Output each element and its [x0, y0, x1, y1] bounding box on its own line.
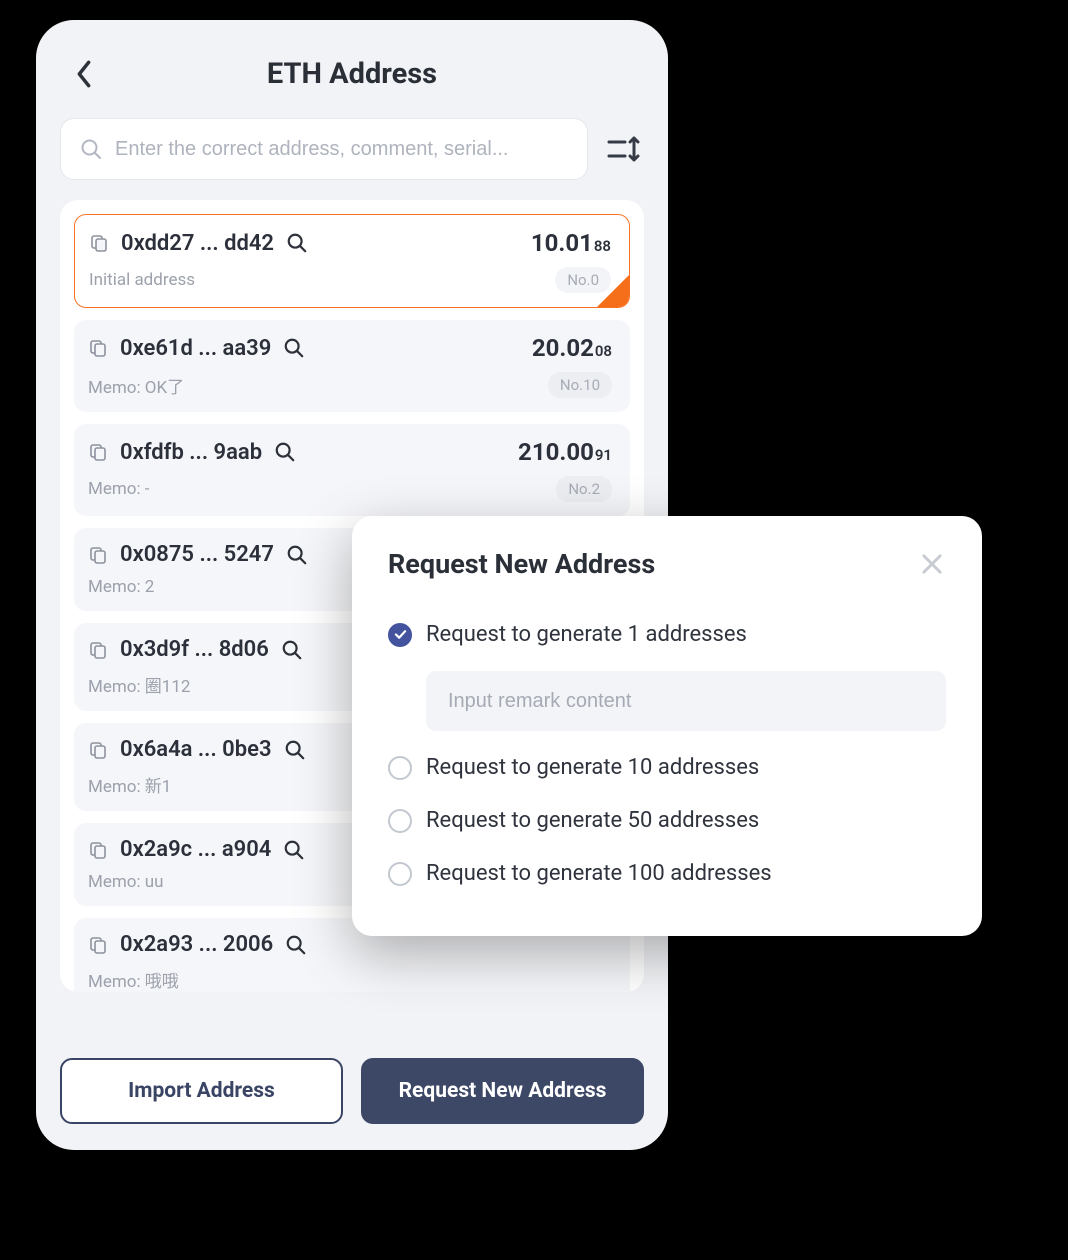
request-new-address-button[interactable]: Request New Address [361, 1058, 644, 1124]
magnifier-icon[interactable] [286, 544, 308, 566]
search-box[interactable] [60, 118, 588, 180]
address-item[interactable]: 0xe61d ... aa39 20.0208 Memo: OK了 No.10 [74, 320, 630, 412]
close-icon [918, 550, 946, 578]
copy-icon[interactable] [89, 233, 109, 253]
memo-label: Memo: uu [88, 872, 164, 892]
address-item-top: 0xfdfb ... 9aab 210.0091 [88, 438, 612, 466]
magnifier-icon[interactable] [274, 441, 296, 463]
serial-badge: No.0 [555, 267, 611, 293]
serial-badge: No.10 [548, 372, 612, 398]
balance-sub: 08 [595, 342, 612, 360]
modal-title: Request New Address [388, 548, 655, 580]
memo-label: Memo: 2 [88, 577, 154, 597]
radio-unchecked-icon[interactable] [388, 862, 412, 886]
back-button[interactable] [66, 56, 102, 92]
address-item-top: 0xdd27 ... dd42 10.0188 [89, 229, 611, 257]
address-text: 0x2a93 ... 2006 [120, 932, 273, 957]
address-item-bottom: Memo: OK了 No.10 [88, 372, 612, 398]
balance-sub: 88 [594, 237, 611, 255]
search-row [36, 106, 668, 200]
balance: 10.0188 [531, 229, 611, 257]
address-item-bottom: Memo: - No.2 [88, 476, 612, 502]
magnifier-icon[interactable] [283, 337, 305, 359]
header: ETH Address [36, 42, 668, 106]
address-item-top: 0xe61d ... aa39 20.0208 [88, 334, 612, 362]
address-item[interactable]: 0xdd27 ... dd42 10.0188 Initial address No.… [74, 214, 630, 308]
import-address-button[interactable]: Import Address [60, 1058, 343, 1124]
balance-main: 20.02 [532, 334, 594, 362]
address-text: 0x6a4a ... 0be3 [120, 737, 272, 762]
copy-icon[interactable] [88, 935, 108, 955]
footer: Import Address Request New Address [60, 1058, 644, 1124]
memo-label: Memo: - [88, 479, 150, 499]
address-item[interactable]: 0xfdfb ... 9aab 210.0091 Memo: - No.2 [74, 424, 630, 516]
search-input[interactable] [115, 138, 569, 161]
balance: 210.0091 [518, 438, 612, 466]
magnifier-icon[interactable] [284, 739, 306, 761]
magnifier-icon[interactable] [286, 232, 308, 254]
memo-label: Memo: OK了 [88, 373, 184, 398]
sort-icon [607, 134, 641, 164]
option-label: Request to generate 50 addresses [426, 808, 759, 833]
modal-header: Request New Address [388, 548, 946, 580]
address-text: 0x2a9c ... a904 [120, 837, 271, 862]
chevron-left-icon [74, 60, 94, 88]
address-item-bottom: Initial address No.0 [89, 267, 611, 293]
memo-label: Initial address [89, 270, 195, 290]
address-text: 0xfdfb ... 9aab [120, 440, 262, 465]
memo-label: Memo: 哦哦 [88, 967, 179, 992]
balance-sub: 91 [595, 446, 612, 464]
balance-main: 210.00 [518, 438, 594, 466]
sort-button[interactable] [604, 129, 644, 169]
memo-label: Memo: 新1 [88, 772, 171, 797]
copy-icon[interactable] [88, 338, 108, 358]
generate-option[interactable]: Request to generate 1 addresses [388, 608, 946, 661]
generate-option[interactable]: Request to generate 50 addresses [388, 794, 946, 847]
copy-icon[interactable] [88, 740, 108, 760]
radio-unchecked-icon[interactable] [388, 809, 412, 833]
radio-checked-icon[interactable] [388, 623, 412, 647]
address-text: 0xdd27 ... dd42 [121, 231, 274, 256]
memo-label: Memo: 圈112 [88, 672, 190, 697]
serial-badge: No.2 [556, 476, 612, 502]
address-text: 0x3d9f ... 8d06 [120, 637, 269, 662]
generate-option[interactable]: Request to generate 100 addresses [388, 847, 946, 900]
option-label: Request to generate 1 addresses [426, 622, 747, 647]
request-new-address-modal: Request New Address Request to generate … [352, 516, 982, 936]
close-button[interactable] [918, 550, 946, 578]
copy-icon[interactable] [88, 545, 108, 565]
generate-option[interactable]: Request to generate 10 addresses [388, 741, 946, 794]
copy-icon[interactable] [88, 840, 108, 860]
remark-input[interactable] [426, 671, 946, 731]
page-title: ETH Address [267, 57, 437, 91]
option-label: Request to generate 10 addresses [426, 755, 759, 780]
magnifier-icon[interactable] [283, 839, 305, 861]
address-item-bottom: Memo: 哦哦 [88, 967, 612, 992]
magnifier-icon[interactable] [281, 639, 303, 661]
balance-main: 10.01 [531, 229, 593, 257]
address-text: 0x0875 ... 5247 [120, 542, 274, 567]
address-text: 0xe61d ... aa39 [120, 336, 271, 361]
copy-icon[interactable] [88, 442, 108, 462]
option-label: Request to generate 100 addresses [426, 861, 772, 886]
copy-icon[interactable] [88, 640, 108, 660]
balance: 20.0208 [532, 334, 612, 362]
radio-unchecked-icon[interactable] [388, 756, 412, 780]
search-icon [79, 137, 103, 161]
magnifier-icon[interactable] [285, 934, 307, 956]
